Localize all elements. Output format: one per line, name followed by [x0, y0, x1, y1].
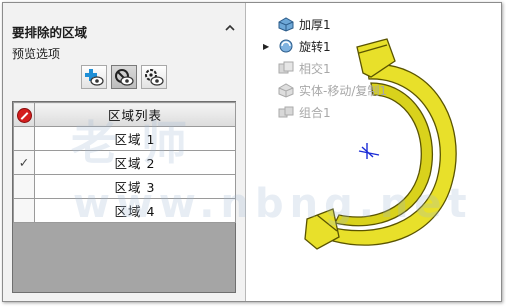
show-excluded-button[interactable] [141, 65, 167, 89]
hide-preview-button[interactable] [111, 65, 137, 89]
combine-feature-icon [277, 104, 295, 120]
expand-arrow-icon[interactable]: ▶ [263, 42, 275, 51]
preview-button-group [81, 65, 167, 89]
feature-tree-overlay: 加厚1 ▶ 旋转1 相交1 实体-移动/复制1 组合1 [263, 13, 387, 123]
plus-eye-icon [85, 69, 104, 86]
tree-item-combine[interactable]: 组合1 [277, 101, 387, 123]
region-name[interactable]: 区域 3 [34, 174, 236, 199]
exclusion-panel: 要排除的区域 预览选项 区域列表 区域 1 ✓ 区域 2 区域 3 区域 4 [3, 3, 246, 301]
tree-item-label: 组合1 [299, 105, 331, 120]
thicken-feature-icon [277, 16, 295, 32]
table-row[interactable]: 区域 1 [13, 126, 236, 151]
tree-item-intersect[interactable]: 相交1 [277, 57, 387, 79]
region-name[interactable]: 区域 2 [34, 150, 236, 175]
tree-item-label: 旋转1 [299, 39, 331, 54]
tree-item-label: 加厚1 [299, 17, 331, 32]
move-copy-body-icon [277, 82, 295, 98]
column-header-region-list: 区域列表 [34, 102, 236, 127]
row-check[interactable] [13, 198, 35, 223]
row-check[interactable]: ✓ [13, 150, 35, 175]
no-eye-icon [115, 69, 134, 86]
intersect-feature-icon [277, 60, 295, 76]
exclude-icon [13, 102, 35, 127]
tree-item-label: 实体-移动/复制1 [299, 83, 388, 98]
region-name[interactable]: 区域 4 [34, 198, 236, 223]
revolve-feature-icon [277, 38, 295, 54]
row-check[interactable] [13, 126, 35, 151]
panel-title: 要排除的区域 [12, 25, 88, 40]
tree-item-move-copy[interactable]: 实体-移动/复制1 [277, 79, 387, 101]
tree-item-revolve[interactable]: ▶ 旋转1 [263, 35, 387, 57]
region-name[interactable]: 区域 1 [34, 126, 236, 151]
show-preview-button[interactable] [81, 65, 107, 89]
graphics-viewport[interactable]: 加厚1 ▶ 旋转1 相交1 实体-移动/复制1 组合1 [247, 3, 501, 301]
chevron-up-icon[interactable] [225, 22, 235, 35]
gear-eye-icon [145, 69, 164, 86]
table-row[interactable]: 区域 4 [13, 198, 236, 223]
table-header-row: 区域列表 [13, 102, 236, 127]
row-check[interactable] [13, 174, 35, 199]
region-list-table: 区域列表 区域 1 ✓ 区域 2 区域 3 区域 4 [12, 101, 236, 293]
table-row[interactable]: ✓ 区域 2 [13, 150, 236, 175]
app-window: 要排除的区域 预览选项 区域列表 区域 1 ✓ 区域 2 区域 3 区域 4 加… [2, 2, 502, 302]
tree-item-label: 相交1 [299, 61, 331, 76]
tree-item-thicken[interactable]: 加厚1 [277, 13, 387, 35]
preview-options-label: 预览选项 [12, 47, 61, 61]
table-row[interactable]: 区域 3 [13, 174, 236, 199]
